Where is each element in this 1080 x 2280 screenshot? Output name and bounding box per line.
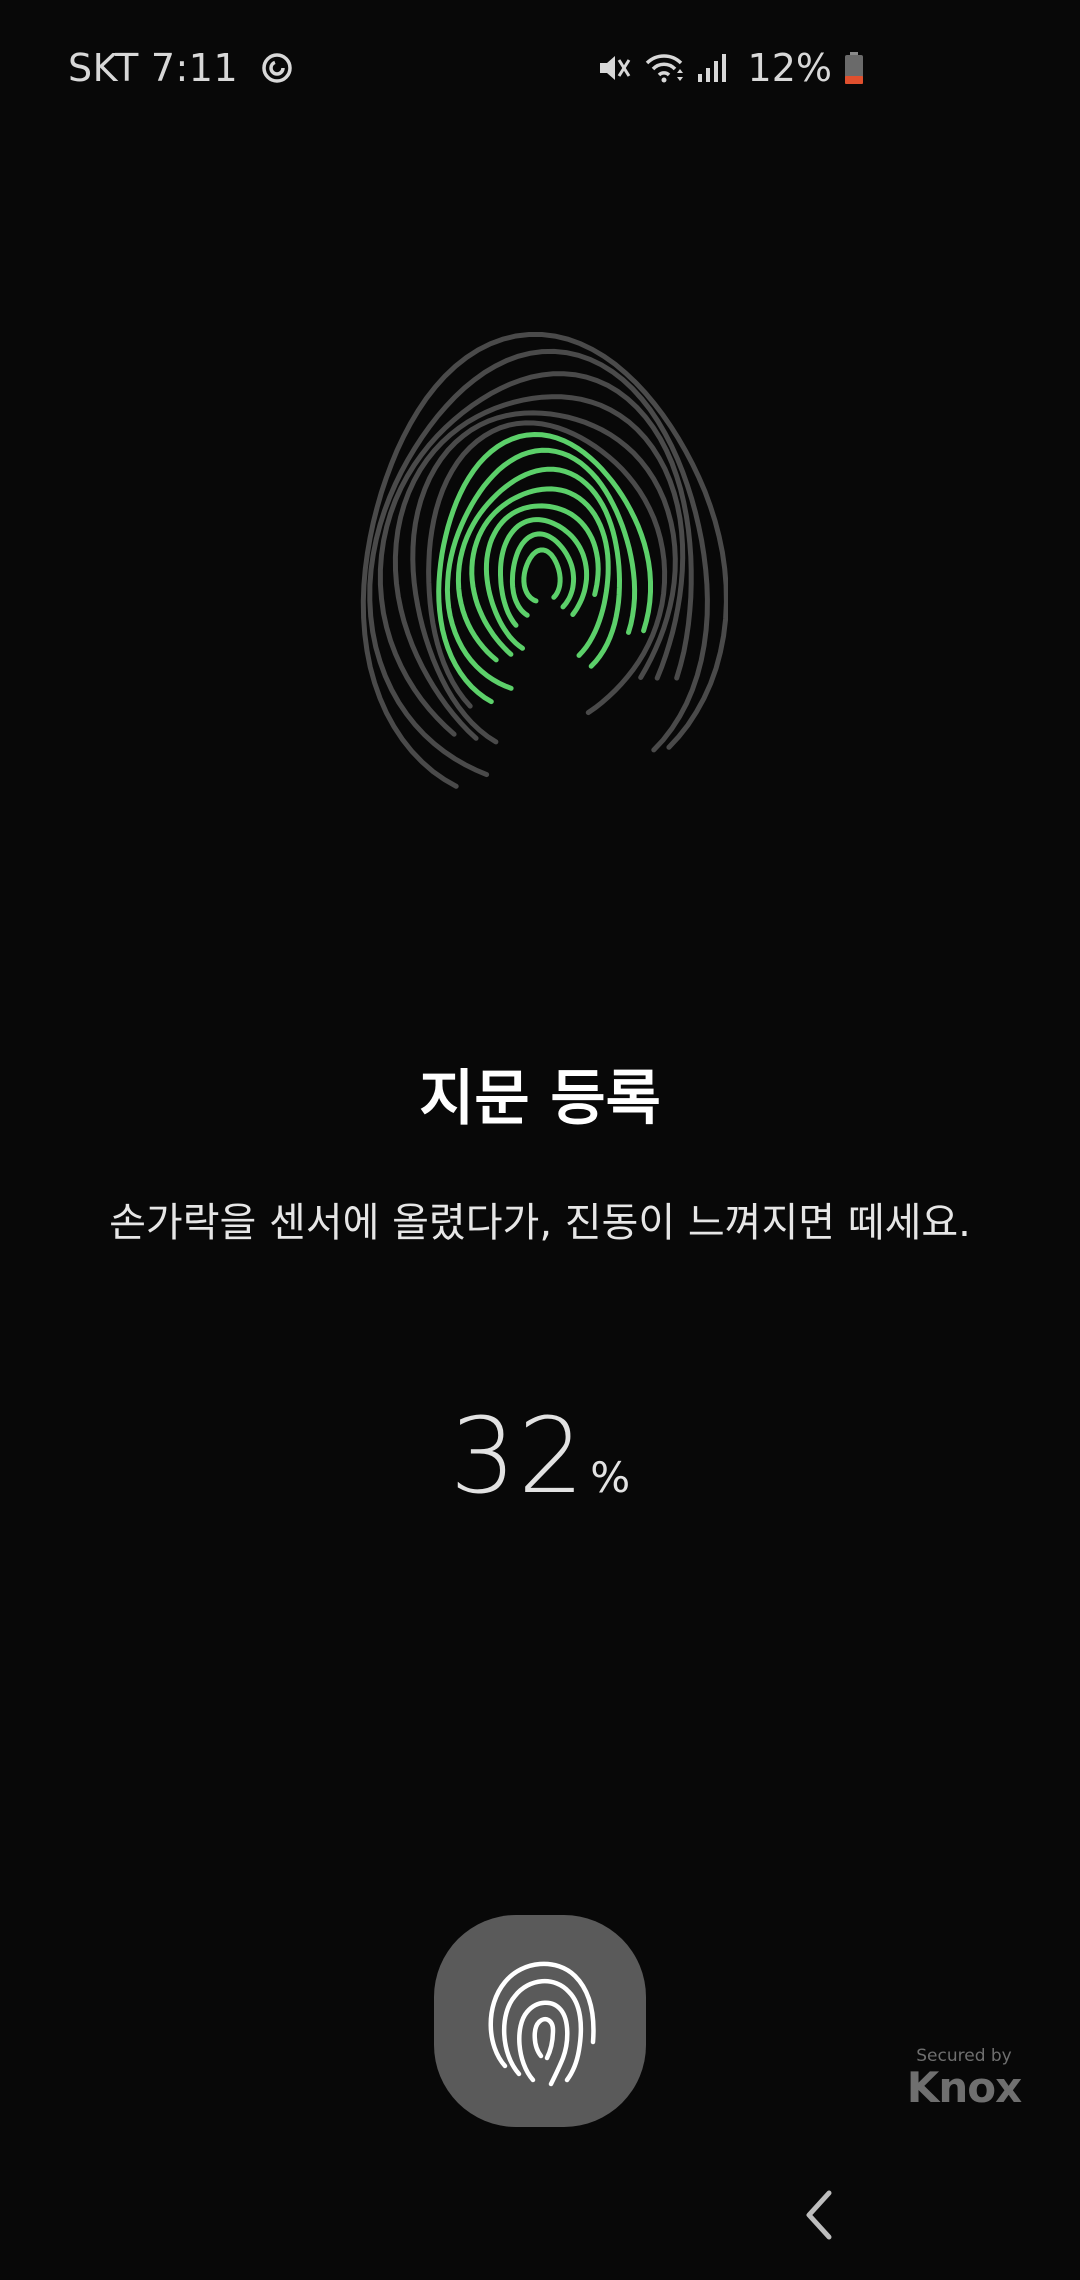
mute-icon	[596, 50, 632, 86]
instruction-text: 손가락을 센서에 올렸다가, 진동이 느껴지면 떼세요.	[109, 1200, 971, 1246]
progress-unit: %	[590, 1453, 631, 1502]
fingerprint-progress-illustration	[352, 322, 729, 812]
page-title: 지문 등록	[419, 1064, 661, 1134]
fingerprint-ridge	[521, 547, 563, 604]
fingerprint-sensor-icon	[488, 1961, 596, 2087]
chevron-left-icon	[806, 2190, 832, 2240]
fingerprint-ridge	[426, 420, 668, 716]
wifi-icon	[644, 51, 684, 85]
progress-readout: 32%	[0, 1395, 1080, 1517]
back-button[interactable]	[790, 2180, 850, 2250]
status-right: 12%	[596, 40, 864, 96]
progress-value: 32	[449, 1395, 587, 1517]
battery-icon	[844, 51, 864, 85]
sync-icon	[260, 51, 294, 85]
fingerprint-sensor-button[interactable]	[434, 1915, 646, 2127]
carrier-label: SKT	[68, 46, 139, 90]
battery-percent: 12%	[747, 46, 832, 90]
fingerprint-icon	[360, 332, 729, 789]
fingerprint-ridge	[483, 503, 601, 651]
status-bar: SKT 7:11 12%	[0, 0, 1080, 136]
fingerprint-ridge	[509, 531, 577, 618]
signal-icon	[696, 52, 728, 84]
fingerprint-ridge	[360, 332, 729, 789]
knox-logo: Knox	[906, 2063, 1022, 2112]
status-left: SKT 7:11	[68, 40, 294, 96]
clock: 7:11	[150, 46, 239, 90]
knox-badge: Secured by Knox	[904, 2048, 1024, 2109]
